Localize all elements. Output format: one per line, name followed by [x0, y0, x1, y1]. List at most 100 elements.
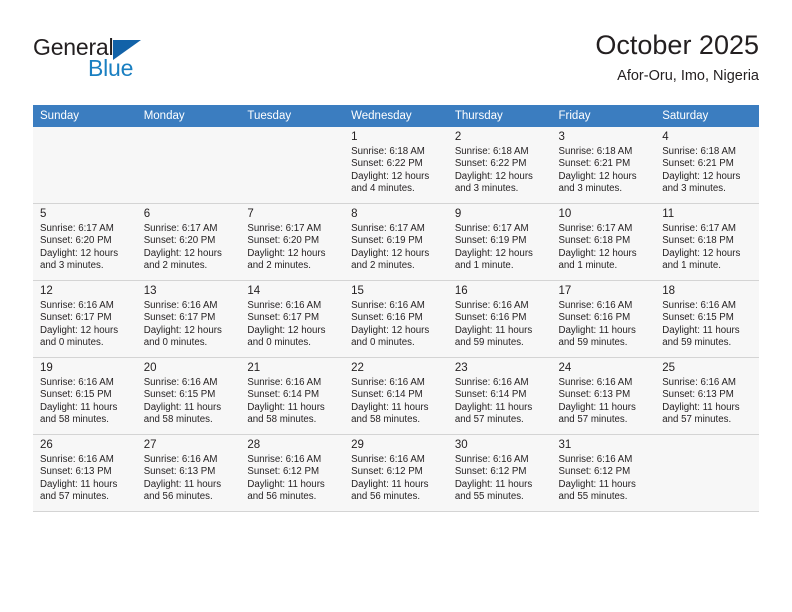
calendar-cell-inner: 25 Sunrise: 6:16 AM Sunset: 6:13 PM Dayli… [655, 358, 759, 434]
calendar-cell-inner: 8 Sunrise: 6:17 AM Sunset: 6:19 PM Daylig… [344, 204, 448, 280]
calendar-cell-empty [33, 127, 137, 204]
day-number: 29 [351, 439, 364, 451]
day-number [40, 130, 131, 144]
sun-times-detail: Sunrise: 6:16 AM Sunset: 6:13 PM Dayligh… [143, 454, 222, 503]
calendar-cell-inner [240, 127, 345, 203]
day-number: 25 [662, 362, 676, 374]
calendar-cell-inner: 30 Sunrise: 6:16 AM Sunset: 6:12 PM Dayli… [447, 435, 552, 511]
calendar-cell-day[interactable]: 31 Sunrise: 6:16 AM Sunset: 6:12 PM Dayli… [551, 434, 656, 512]
calendar-cell-inner: 6 Sunrise: 6:17 AM Sunset: 6:20 PM Daylig… [136, 204, 241, 280]
brand-logo[interactable]: General Blue [33, 34, 213, 86]
calendar-cell-inner: 14 Sunrise: 6:16 AM Sunset: 6:17 PM Dayli… [240, 281, 345, 357]
sun-times-detail: Sunrise: 6:16 AM Sunset: 6:15 PM Dayligh… [143, 377, 222, 426]
sun-times-detail: Sunrise: 6:16 AM Sunset: 6:14 PM Dayligh… [247, 377, 325, 426]
page-title: October 2025 [595, 30, 759, 60]
day-number: 28 [247, 439, 261, 451]
day-number: 27 [143, 439, 157, 451]
calendar-cell-inner: 3 Sunrise: 6:18 AM Sunset: 6:21 PM Daylig… [551, 127, 656, 203]
calendar-cell-day[interactable]: 15 Sunrise: 6:16 AM Sunset: 6:16 PM Dayli… [344, 280, 448, 358]
day-number: 10 [558, 208, 572, 220]
calendar-cell-empty [240, 127, 345, 204]
sun-times-detail: Sunrise: 6:16 AM Sunset: 6:12 PM Dayligh… [558, 454, 636, 503]
day-number: 9 [454, 208, 462, 220]
calendar-cell-day[interactable]: 12 Sunrise: 6:16 AM Sunset: 6:17 PM Dayli… [33, 280, 137, 358]
page-subtitle: Afor-Oru, Imo, Nigeria [617, 68, 759, 84]
calendar-cell-day[interactable]: 3 Sunrise: 6:18 AM Sunset: 6:21 PM Daylig… [551, 127, 656, 204]
calendar-cell-day[interactable]: 30 Sunrise: 6:16 AM Sunset: 6:12 PM Dayli… [447, 434, 552, 512]
day-number: 19 [40, 362, 53, 374]
calendar-cell-day[interactable]: 18 Sunrise: 6:16 AM Sunset: 6:15 PM Dayli… [655, 280, 759, 358]
day-number: 22 [351, 362, 364, 374]
calendar-cell-day[interactable]: 13 Sunrise: 6:16 AM Sunset: 6:17 PM Dayli… [136, 280, 241, 358]
sun-times-detail: Sunrise: 6:16 AM Sunset: 6:13 PM Dayligh… [662, 377, 740, 426]
sun-times-detail: Sunrise: 6:17 AM Sunset: 6:20 PM Dayligh… [247, 223, 326, 272]
calendar-cell-day[interactable]: 24 Sunrise: 6:16 AM Sunset: 6:13 PM Dayli… [551, 357, 656, 435]
calendar-cell-day[interactable]: 27 Sunrise: 6:16 AM Sunset: 6:13 PM Dayli… [136, 434, 241, 512]
day-number: 20 [143, 362, 157, 374]
title-block: October 2025 Afor-Oru, Imo, Nigeria [595, 28, 759, 87]
calendar-cell-day[interactable]: 1 Sunrise: 6:18 AM Sunset: 6:22 PM Daylig… [344, 127, 448, 204]
weekday-header-wednesday: Wednesday [344, 105, 448, 127]
calendar-cell-day[interactable]: 8 Sunrise: 6:17 AM Sunset: 6:19 PM Daylig… [344, 203, 448, 281]
calendar-cell-day[interactable]: 25 Sunrise: 6:16 AM Sunset: 6:13 PM Dayli… [655, 357, 759, 435]
day-number: 6 [143, 208, 151, 220]
calendar-cell-inner: 21 Sunrise: 6:16 AM Sunset: 6:14 PM Dayli… [240, 358, 345, 434]
calendar-cell-inner: 27 Sunrise: 6:16 AM Sunset: 6:13 PM Dayli… [136, 435, 241, 511]
calendar-cell-day[interactable]: 5 Sunrise: 6:17 AM Sunset: 6:20 PM Daylig… [33, 203, 137, 281]
calendar-cell-inner: 28 Sunrise: 6:16 AM Sunset: 6:12 PM Dayli… [240, 435, 345, 511]
day-number: 4 [662, 131, 669, 143]
day-number [247, 130, 338, 144]
calendar-cell-day[interactable]: 22 Sunrise: 6:16 AM Sunset: 6:14 PM Dayli… [344, 357, 448, 435]
calendar-cell-inner: 7 Sunrise: 6:17 AM Sunset: 6:20 PM Daylig… [240, 204, 345, 280]
sun-times-detail: Sunrise: 6:16 AM Sunset: 6:14 PM Dayligh… [351, 377, 429, 426]
day-number: 11 [662, 208, 675, 220]
day-number: 31 [558, 439, 572, 451]
calendar-page: General Blue October 2025 Afor-Oru, Imo,… [0, 0, 792, 612]
calendar-body: 1 Sunrise: 6:18 AM Sunset: 6:22 PM Daylig… [33, 127, 759, 512]
calendar-cell-day[interactable]: 26 Sunrise: 6:16 AM Sunset: 6:13 PM Dayli… [33, 434, 137, 512]
calendar-cell-day[interactable]: 29 Sunrise: 6:16 AM Sunset: 6:12 PM Dayli… [344, 434, 448, 512]
day-number: 24 [558, 362, 572, 374]
calendar-cell-day[interactable]: 9 Sunrise: 6:17 AM Sunset: 6:19 PM Daylig… [447, 203, 552, 281]
sun-times-detail: Sunrise: 6:17 AM Sunset: 6:18 PM Dayligh… [662, 223, 741, 272]
calendar-cell-day[interactable]: 20 Sunrise: 6:16 AM Sunset: 6:15 PM Dayli… [136, 357, 241, 435]
calendar-cell-day[interactable]: 7 Sunrise: 6:17 AM Sunset: 6:20 PM Daylig… [240, 203, 345, 281]
weekday-header-friday: Friday [551, 105, 656, 127]
calendar-cell-day[interactable]: 14 Sunrise: 6:16 AM Sunset: 6:17 PM Dayli… [240, 280, 345, 358]
weekday-header-saturday: Saturday [655, 105, 759, 127]
day-number: 23 [454, 362, 468, 374]
sun-times-detail: Sunrise: 6:16 AM Sunset: 6:16 PM Dayligh… [558, 300, 636, 349]
calendar-cell-day[interactable]: 23 Sunrise: 6:16 AM Sunset: 6:14 PM Dayli… [447, 357, 552, 435]
calendar-cell-day[interactable]: 28 Sunrise: 6:16 AM Sunset: 6:12 PM Dayli… [240, 434, 345, 512]
day-number: 13 [143, 285, 157, 297]
calendar-cell-day[interactable]: 10 Sunrise: 6:17 AM Sunset: 6:18 PM Dayli… [551, 203, 656, 281]
day-number: 21 [247, 362, 261, 374]
sun-times-detail: Sunrise: 6:17 AM Sunset: 6:20 PM Dayligh… [40, 223, 119, 272]
sun-times-detail: Sunrise: 6:16 AM Sunset: 6:13 PM Dayligh… [40, 454, 118, 503]
day-number [144, 130, 235, 144]
calendar-cell-day[interactable]: 21 Sunrise: 6:16 AM Sunset: 6:14 PM Dayli… [240, 357, 345, 435]
calendar-cell-day[interactable]: 16 Sunrise: 6:16 AM Sunset: 6:16 PM Dayli… [447, 280, 552, 358]
calendar-cell-day[interactable]: 17 Sunrise: 6:16 AM Sunset: 6:16 PM Dayli… [551, 280, 656, 358]
day-number: 12 [40, 285, 53, 297]
calendar-cell-day[interactable]: 4 Sunrise: 6:18 AM Sunset: 6:21 PM Daylig… [655, 127, 759, 204]
day-number: 1 [351, 131, 358, 143]
calendar-cell-day[interactable]: 19 Sunrise: 6:16 AM Sunset: 6:15 PM Dayli… [33, 357, 137, 435]
calendar-cell-day[interactable]: 11 Sunrise: 6:17 AM Sunset: 6:18 PM Dayli… [655, 203, 759, 281]
sun-times-detail: Sunrise: 6:16 AM Sunset: 6:13 PM Dayligh… [558, 377, 636, 426]
calendar-cell-day[interactable]: 6 Sunrise: 6:17 AM Sunset: 6:20 PM Daylig… [136, 203, 241, 281]
day-number: 18 [662, 285, 676, 297]
calendar-cell-inner [33, 127, 137, 203]
sun-times-detail: Sunrise: 6:16 AM Sunset: 6:12 PM Dayligh… [247, 454, 325, 503]
calendar-week-row: 19 Sunrise: 6:16 AM Sunset: 6:15 PM Dayli… [33, 357, 759, 435]
calendar-cell-inner: 13 Sunrise: 6:16 AM Sunset: 6:17 PM Dayli… [136, 281, 241, 357]
sun-times-detail: Sunrise: 6:16 AM Sunset: 6:16 PM Dayligh… [454, 300, 533, 349]
sun-times-detail: Sunrise: 6:16 AM Sunset: 6:17 PM Dayligh… [143, 300, 222, 349]
weekday-header-monday: Monday [136, 105, 241, 127]
calendar-cell-inner: 31 Sunrise: 6:16 AM Sunset: 6:12 PM Dayli… [551, 435, 656, 511]
sun-times-detail: Sunrise: 6:18 AM Sunset: 6:22 PM Dayligh… [351, 146, 430, 195]
sun-times-detail: Sunrise: 6:17 AM Sunset: 6:18 PM Dayligh… [558, 223, 637, 272]
calendar-cell-day[interactable]: 2 Sunrise: 6:18 AM Sunset: 6:22 PM Daylig… [447, 127, 552, 204]
day-number: 2 [454, 131, 462, 143]
day-number [662, 438, 753, 452]
